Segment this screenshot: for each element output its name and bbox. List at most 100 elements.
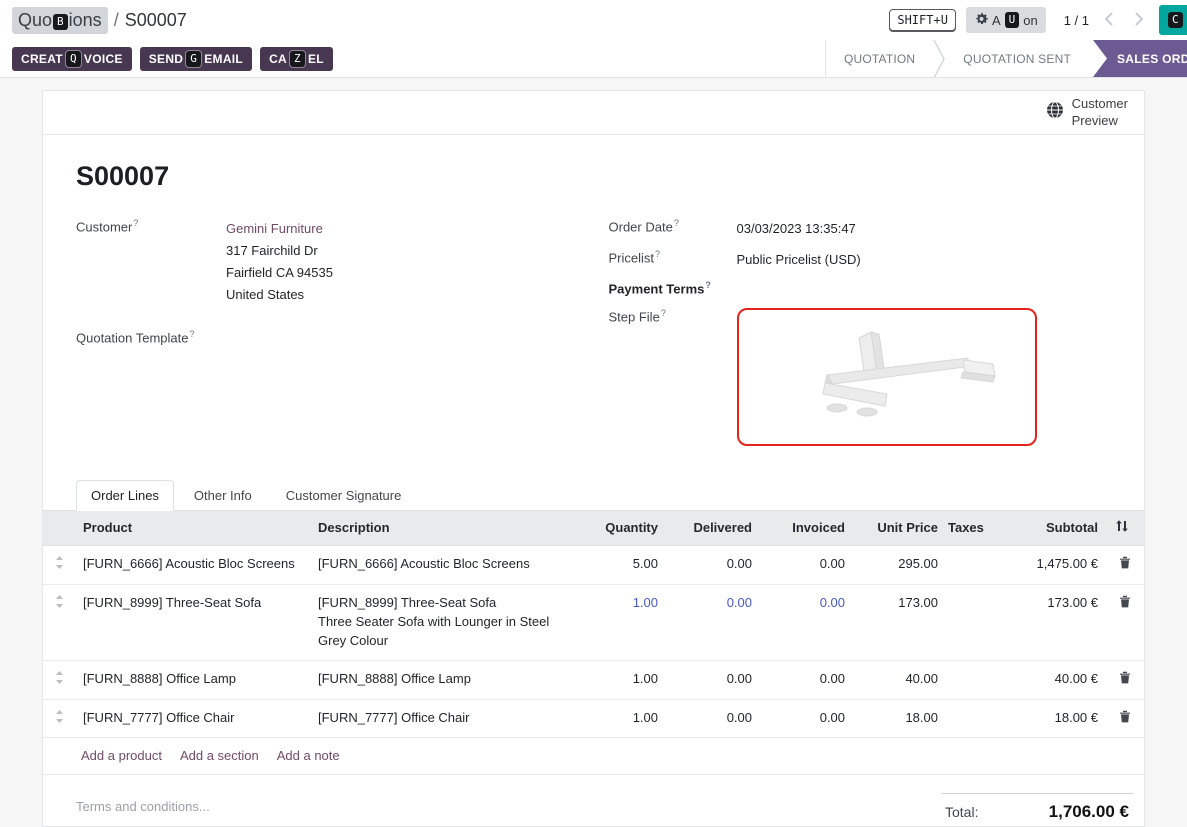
hotkey-badge: Z	[290, 51, 305, 67]
label-text: Step File	[609, 310, 660, 325]
delete-row-button[interactable]	[1106, 546, 1144, 584]
invoiced-cell[interactable]: 0.00	[760, 546, 853, 584]
customer-value[interactable]: Gemini Furniture 317 Fairchild Dr Fairfi…	[226, 218, 333, 306]
quantity-cell[interactable]: 1.00	[576, 585, 666, 660]
previous-record-button[interactable]	[1099, 10, 1119, 31]
field-step-file: Step File?	[609, 308, 1112, 446]
taxes-cell[interactable]	[946, 585, 994, 660]
breadcrumb-quotations[interactable]: QuoBions	[12, 7, 108, 34]
step-file-3d-model-image	[762, 320, 1012, 435]
column-header-description: Description	[316, 511, 576, 545]
tab-customer-signature[interactable]: Customer Signature	[272, 481, 416, 510]
customer-address-line3: United States	[226, 284, 333, 306]
order-lines-table: Product Description Quantity Delivered I…	[43, 511, 1144, 775]
breadcrumb-parent-pre: Quo	[18, 10, 52, 30]
handle-column-header	[43, 511, 81, 545]
field-customer: Customer? Gemini Furniture 317 Fairchild…	[76, 218, 579, 306]
terms-and-conditions-placeholder[interactable]: Terms and conditions...	[76, 793, 210, 814]
description-cell[interactable]: [FURN_6666] Acoustic Bloc Screens	[316, 546, 576, 584]
drag-handle[interactable]	[43, 700, 81, 738]
drag-handle[interactable]	[43, 546, 81, 584]
product-cell[interactable]: [FURN_7777] Office Chair	[81, 700, 316, 738]
hotkey-badge: B	[53, 14, 68, 30]
description-cell[interactable]: [FURN_8999] Three-Seat SofaThree Seater …	[316, 585, 576, 660]
invoiced-cell[interactable]: 0.00	[760, 700, 853, 738]
delivered-cell[interactable]: 0.00	[666, 661, 760, 699]
drag-handle[interactable]	[43, 585, 81, 660]
help-icon: ?	[655, 249, 660, 259]
description-cell[interactable]: [FURN_8888] Office Lamp	[316, 661, 576, 699]
tab-order-lines[interactable]: Order Lines	[76, 480, 174, 511]
delete-row-button[interactable]	[1106, 700, 1144, 738]
help-icon: ?	[190, 329, 195, 339]
pricelist-value[interactable]: Public Pricelist (USD)	[737, 249, 861, 271]
action-buttons: CREATQVOICE SENDGEMAIL CAZEL	[12, 40, 333, 77]
delivered-cell[interactable]: 0.00	[666, 546, 760, 584]
product-cell[interactable]: [FURN_8999] Three-Seat Sofa	[81, 585, 316, 660]
invoiced-cell[interactable]: 0.00	[760, 661, 853, 699]
subtotal-cell: 40.00 €	[994, 661, 1106, 699]
statusbar-step-quotation[interactable]: QUOTATION	[826, 40, 933, 77]
pager-value[interactable]: 1 / 1	[1064, 13, 1089, 28]
step-file-image-field[interactable]	[737, 308, 1037, 446]
description-line2: Three Seater Sofa with Lounger in Steel …	[318, 613, 568, 651]
statusbar-step-sales-order[interactable]: SALES ORDER	[1093, 40, 1187, 77]
delivered-cell[interactable]: 0.00	[666, 585, 760, 660]
column-adjust-button[interactable]	[1106, 511, 1144, 545]
unit-price-cell[interactable]: 295.00	[853, 546, 946, 584]
sheet-header-strip: CustomerPreview	[43, 91, 1144, 135]
add-a-product-link[interactable]: Add a product	[81, 748, 162, 763]
description-cell[interactable]: [FURN_7777] Office Chair	[316, 700, 576, 738]
notebook-tabs: Order Lines Other Info Customer Signatur…	[43, 480, 1144, 511]
help-icon: ?	[133, 218, 138, 228]
customer-preview-button[interactable]: CustomerPreview	[1046, 96, 1128, 129]
table-row: [FURN_8999] Three-Seat Sofa [FURN_8999] …	[43, 585, 1144, 661]
unit-price-cell[interactable]: 173.00	[853, 585, 946, 660]
unit-price-cell[interactable]: 18.00	[853, 700, 946, 738]
table-row: [FURN_8888] Office Lamp [FURN_8888] Offi…	[43, 661, 1144, 700]
field-quotation-template[interactable]: Quotation Template?	[76, 329, 579, 345]
breadcrumb-separator: /	[114, 10, 119, 31]
delivered-cell[interactable]: 0.00	[666, 700, 760, 738]
sheet-bottom: Terms and conditions... Total: 1,706.00 …	[43, 775, 1144, 827]
delete-row-button[interactable]	[1106, 661, 1144, 699]
taxes-cell[interactable]	[946, 546, 994, 584]
column-header-product: Product	[81, 511, 316, 545]
invoiced-cell[interactable]: 0.00	[760, 585, 853, 660]
customer-preview-line2: Preview	[1072, 113, 1128, 129]
add-a-note-link[interactable]: Add a note	[277, 748, 340, 763]
action-menu-button[interactable]: A U on	[966, 7, 1046, 33]
product-cell[interactable]: [FURN_8888] Office Lamp	[81, 661, 316, 699]
quantity-cell[interactable]: 1.00	[576, 661, 666, 699]
quantity-cell[interactable]: 1.00	[576, 700, 666, 738]
next-record-button[interactable]	[1129, 10, 1149, 31]
unit-price-cell[interactable]: 40.00	[853, 661, 946, 699]
control-panel: CREATQVOICE SENDGEMAIL CAZEL QUOTATION Q…	[0, 40, 1187, 78]
quantity-cell[interactable]: 5.00	[576, 546, 666, 584]
quotation-template-label: Quotation Template?	[76, 329, 226, 345]
topbar-right: SHIFT+U A U on 1 / 1 C	[889, 5, 1187, 35]
button-label: SEND	[149, 52, 184, 66]
product-cell[interactable]: [FURN_6666] Acoustic Bloc Screens	[81, 546, 316, 584]
order-date-value[interactable]: 03/03/2023 13:35:47	[737, 218, 856, 240]
taxes-cell[interactable]	[946, 661, 994, 699]
chevron-left-icon	[1105, 12, 1113, 29]
label-text: Payment Terms	[609, 281, 705, 296]
cancel-button[interactable]: CAZEL	[260, 47, 333, 71]
hotkey-badge: G	[186, 51, 201, 67]
send-email-button[interactable]: SENDGEMAIL	[140, 47, 252, 71]
shortcut-hint-badge: SHIFT+U	[889, 9, 956, 31]
new-button[interactable]: C	[1159, 5, 1187, 35]
gear-icon	[974, 11, 989, 29]
add-a-section-link[interactable]: Add a section	[180, 748, 259, 763]
delete-row-button[interactable]	[1106, 585, 1144, 660]
taxes-cell[interactable]	[946, 700, 994, 738]
statusbar-step-quotation-sent[interactable]: QUOTATION SENT	[945, 40, 1089, 77]
globe-icon	[1046, 101, 1064, 123]
customer-link[interactable]: Gemini Furniture	[226, 221, 323, 236]
drag-handle[interactable]	[43, 661, 81, 699]
create-invoice-button[interactable]: CREATQVOICE	[12, 47, 132, 71]
customer-address-line1: 317 Fairchild Dr	[226, 240, 333, 262]
breadcrumb-bar: QuoBions / S00007 SHIFT+U A U on 1 / 1 C	[0, 0, 1187, 40]
tab-other-info[interactable]: Other Info	[180, 481, 266, 510]
